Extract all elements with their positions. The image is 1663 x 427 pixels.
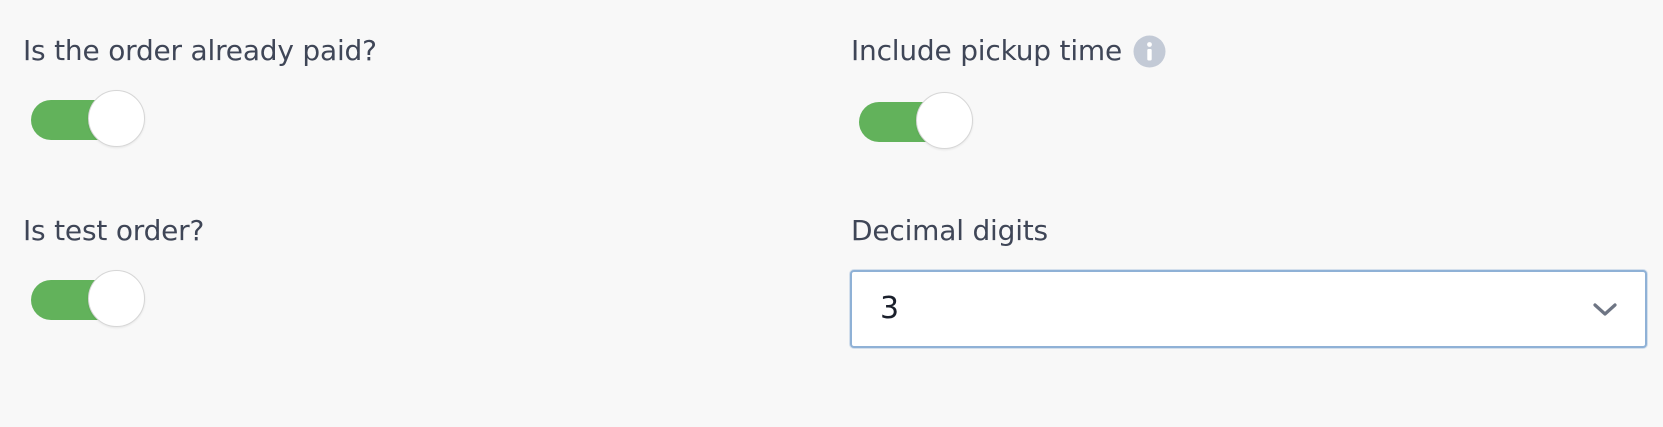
test-order-toggle[interactable] xyxy=(23,270,145,330)
test-order-field: Is test order? xyxy=(23,213,204,249)
decimal-digits-field: Decimal digits xyxy=(851,213,1048,249)
decimal-digits-select[interactable]: 3 xyxy=(850,270,1647,348)
pickup-time-label: Include pickup time xyxy=(851,34,1123,67)
order-paid-field: Is the order already paid? xyxy=(23,33,377,69)
order-paid-toggle[interactable] xyxy=(23,90,145,150)
info-icon[interactable] xyxy=(1133,35,1166,68)
test-order-toggle-knob[interactable] xyxy=(88,270,145,327)
pickup-time-toggle-knob[interactable] xyxy=(916,92,973,149)
pickup-time-toggle[interactable] xyxy=(851,92,973,152)
order-paid-label: Is the order already paid? xyxy=(23,34,377,67)
chevron-down-icon[interactable] xyxy=(1591,297,1619,321)
decimal-digits-label: Decimal digits xyxy=(851,214,1048,247)
decimal-digits-value: 3 xyxy=(880,291,900,326)
test-order-label: Is test order? xyxy=(23,214,205,247)
pickup-time-field: Include pickup time xyxy=(851,33,1166,69)
order-paid-toggle-knob[interactable] xyxy=(88,90,145,147)
